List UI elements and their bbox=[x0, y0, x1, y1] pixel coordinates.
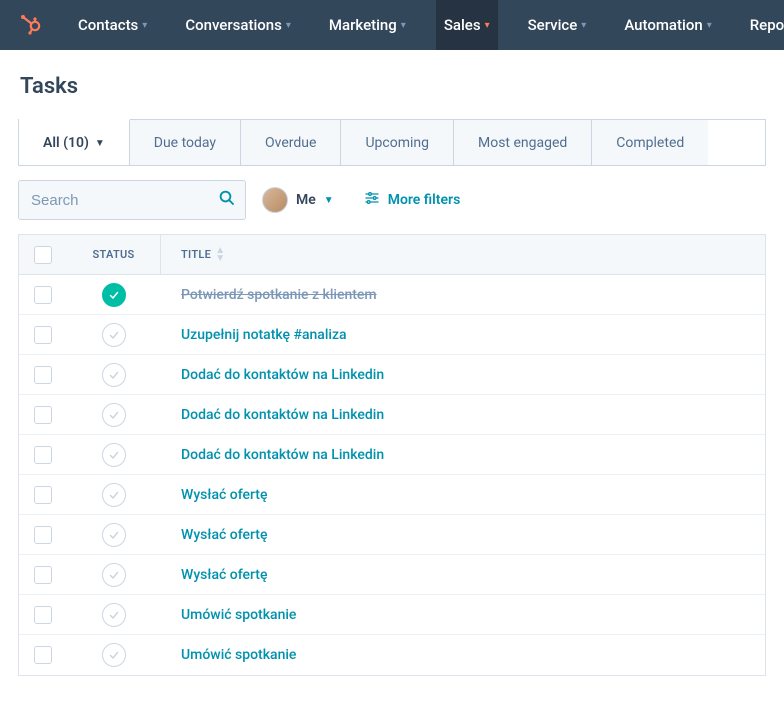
tab-most-engaged[interactable]: Most engaged bbox=[454, 120, 592, 165]
chevron-down-icon: ▾ bbox=[142, 20, 147, 31]
page-title: Tasks bbox=[0, 50, 784, 119]
tab-completed[interactable]: Completed bbox=[592, 120, 708, 165]
chevron-down-icon: ▾ bbox=[707, 20, 712, 31]
avatar bbox=[262, 187, 288, 213]
search-icon[interactable] bbox=[218, 189, 236, 211]
table-row: Wysłać ofertę bbox=[19, 555, 765, 595]
row-checkbox[interactable] bbox=[34, 406, 52, 424]
row-checkbox[interactable] bbox=[34, 526, 52, 544]
status-toggle[interactable] bbox=[102, 283, 126, 307]
chevron-down-icon: ▾ bbox=[485, 20, 490, 31]
tab-all[interactable]: All (10)▼ bbox=[19, 119, 130, 165]
status-toggle[interactable] bbox=[102, 443, 126, 467]
column-header-status[interactable]: STATUS bbox=[67, 235, 161, 274]
tab-overdue[interactable]: Overdue bbox=[241, 120, 341, 165]
column-header-title[interactable]: TITLE ▲▼ bbox=[161, 247, 765, 263]
nav-item-conversations[interactable]: Conversations▾ bbox=[177, 0, 299, 50]
row-checkbox[interactable] bbox=[34, 326, 52, 344]
status-toggle[interactable] bbox=[102, 483, 126, 507]
table-row: Dodać do kontaktów na Linkedin bbox=[19, 355, 765, 395]
task-title-link[interactable]: Dodać do kontaktów na Linkedin bbox=[181, 447, 384, 463]
nav-item-sales[interactable]: Sales▾ bbox=[436, 0, 498, 50]
row-checkbox[interactable] bbox=[34, 606, 52, 624]
owner-filter[interactable]: Me ▼ bbox=[262, 187, 334, 213]
row-checkbox[interactable] bbox=[34, 366, 52, 384]
more-filters-button[interactable]: More filters bbox=[364, 190, 461, 210]
task-title-link[interactable]: Umówić spotkanie bbox=[181, 647, 296, 663]
chevron-down-icon: ▾ bbox=[581, 20, 586, 31]
chevron-down-icon: ▾ bbox=[286, 20, 291, 31]
select-all-checkbox[interactable] bbox=[34, 246, 52, 264]
more-filters-label: More filters bbox=[388, 192, 461, 208]
task-title-link[interactable]: Umówić spotkanie bbox=[181, 607, 296, 623]
status-toggle[interactable] bbox=[102, 643, 126, 667]
table-row: Uzupełnij notatkę #analiza bbox=[19, 315, 765, 355]
task-title-link[interactable]: Dodać do kontaktów na Linkedin bbox=[181, 407, 384, 423]
nav-item-automation[interactable]: Automation▾ bbox=[616, 0, 719, 50]
owner-filter-label: Me bbox=[296, 192, 316, 208]
nav-item-service[interactable]: Service▾ bbox=[520, 0, 595, 50]
task-title-link[interactable]: Dodać do kontaktów na Linkedin bbox=[181, 367, 384, 383]
table-row: Dodać do kontaktów na Linkedin bbox=[19, 435, 765, 475]
search-input[interactable] bbox=[18, 180, 246, 220]
row-checkbox[interactable] bbox=[34, 566, 52, 584]
tasks-table: STATUS TITLE ▲▼ Potwierdź spotkanie z kl… bbox=[18, 234, 766, 676]
task-title-link[interactable]: Wysłać ofertę bbox=[181, 527, 267, 543]
row-checkbox[interactable] bbox=[34, 486, 52, 504]
nav-item-reports[interactable]: Reports▾ bbox=[742, 0, 784, 50]
row-checkbox[interactable] bbox=[34, 646, 52, 664]
chevron-down-icon: ▾ bbox=[401, 20, 406, 31]
status-toggle[interactable] bbox=[102, 523, 126, 547]
status-toggle[interactable] bbox=[102, 323, 126, 347]
task-title-link[interactable]: Wysłać ofertę bbox=[181, 487, 267, 503]
nav-item-marketing[interactable]: Marketing▾ bbox=[321, 0, 414, 50]
search-box bbox=[18, 180, 246, 220]
table-body: Potwierdź spotkanie z klientem Uzupełnij … bbox=[19, 275, 765, 675]
status-toggle[interactable] bbox=[102, 563, 126, 587]
status-toggle[interactable] bbox=[102, 363, 126, 387]
table-row: Dodać do kontaktów na Linkedin bbox=[19, 395, 765, 435]
nav-item-contacts[interactable]: Contacts▾ bbox=[70, 0, 155, 50]
task-title-link[interactable]: Uzupełnij notatkę #analiza bbox=[181, 327, 347, 343]
task-title-link[interactable]: Potwierdź spotkanie z klientem bbox=[181, 287, 377, 303]
status-toggle[interactable] bbox=[102, 403, 126, 427]
table-row: Wysłać ofertę bbox=[19, 515, 765, 555]
sort-icon: ▲▼ bbox=[215, 247, 225, 263]
table-row: Umówić spotkanie bbox=[19, 635, 765, 675]
table-header: STATUS TITLE ▲▼ bbox=[19, 235, 765, 275]
tab-upcoming[interactable]: Upcoming bbox=[341, 120, 454, 165]
chevron-down-icon: ▼ bbox=[324, 195, 334, 206]
status-toggle[interactable] bbox=[102, 603, 126, 627]
tab-due-today[interactable]: Due today bbox=[130, 120, 241, 165]
table-row: Umówić spotkanie bbox=[19, 595, 765, 635]
top-nav: Contacts▾ Conversations▾ Marketing▾ Sale… bbox=[0, 0, 784, 50]
table-row: Potwierdź spotkanie z klientem bbox=[19, 275, 765, 315]
filter-bar: Me ▼ More filters bbox=[0, 166, 784, 234]
tabs: All (10)▼ Due today Overdue Upcoming Mos… bbox=[18, 119, 766, 166]
row-checkbox[interactable] bbox=[34, 446, 52, 464]
row-checkbox[interactable] bbox=[34, 286, 52, 304]
sliders-icon bbox=[364, 190, 380, 210]
task-title-link[interactable]: Wysłać ofertę bbox=[181, 567, 267, 583]
table-row: Wysłać ofertę bbox=[19, 475, 765, 515]
hubspot-logo-icon[interactable] bbox=[18, 13, 42, 37]
chevron-down-icon: ▼ bbox=[95, 138, 105, 149]
